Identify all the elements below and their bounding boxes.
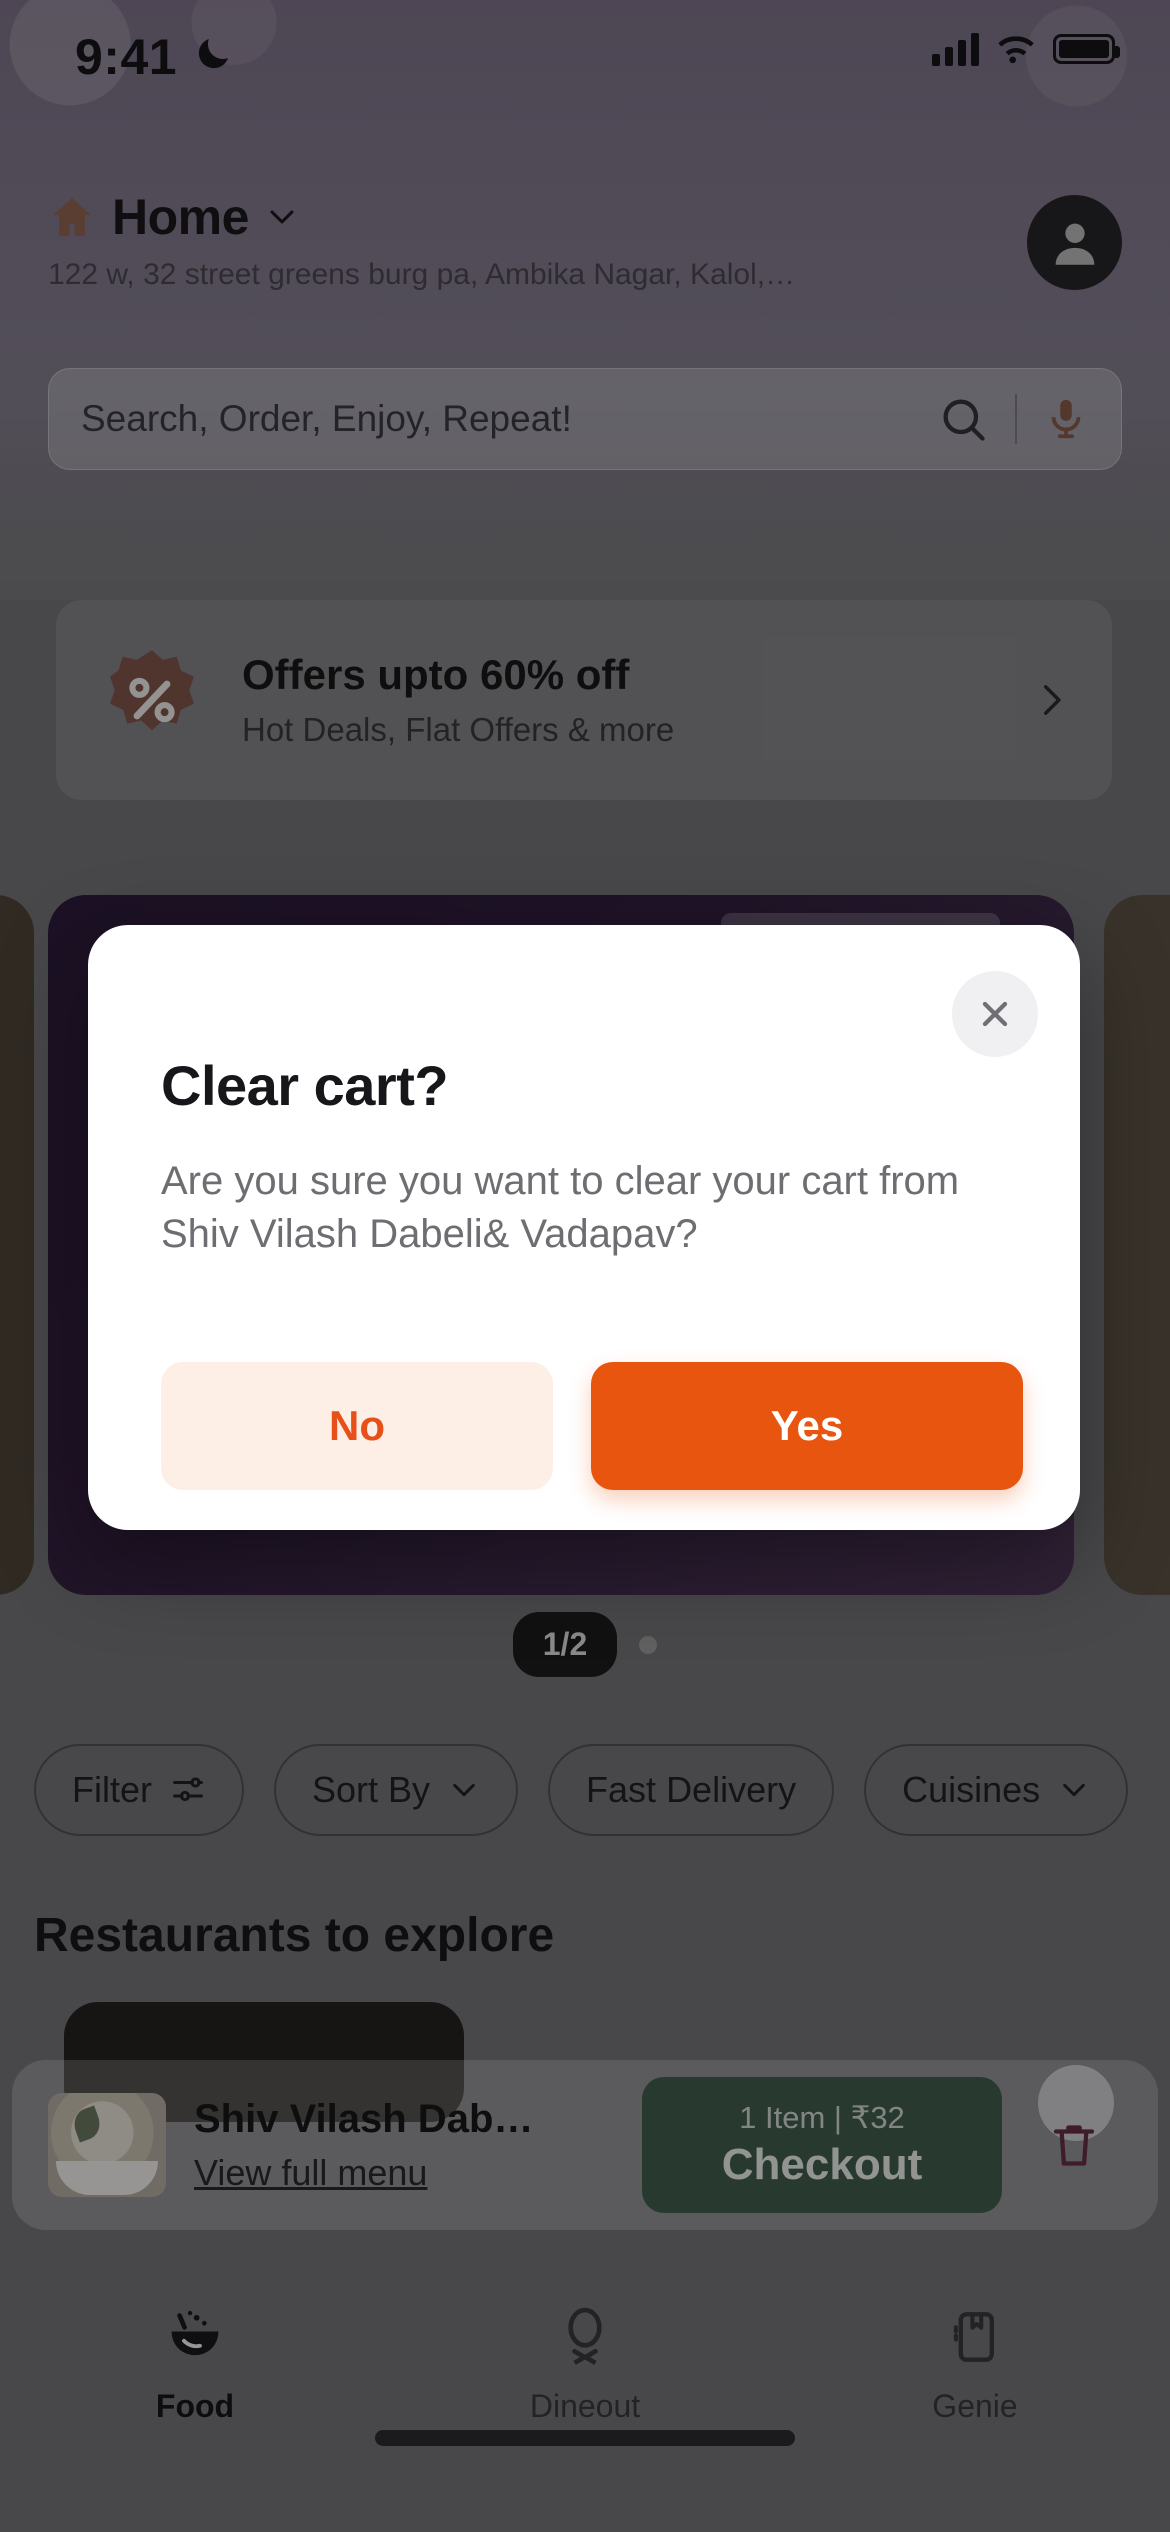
- search-bar[interactable]: Search, Order, Enjoy, Repeat!: [48, 368, 1122, 470]
- cellular-signal-icon: [932, 32, 979, 66]
- crescent-moon-icon: [198, 39, 228, 69]
- checkout-meta: 1 Item | ₹32: [739, 2100, 905, 2135]
- nav-item-genie-label: Genie: [932, 2388, 1018, 2424]
- cart-bar[interactable]: Shiv Vilash Dab… View full menu 1 Item |…: [12, 2060, 1158, 2230]
- address-text: 122 w, 32 street greens burg pa, Ambika …: [48, 258, 796, 291]
- chevron-down-icon: [1063, 1783, 1085, 1797]
- offers-subtitle: Hot Deals, Flat Offers & more: [242, 711, 675, 748]
- status-bar-time: 9:41: [75, 29, 178, 85]
- offers-banner[interactable]: Offers upto 60% off Hot Deals, Flat Offe…: [56, 600, 1112, 800]
- chip-filter[interactable]: Filter: [34, 1744, 244, 1836]
- no-button[interactable]: No: [161, 1362, 553, 1490]
- section-title-restaurants: Restaurants to explore: [34, 1909, 555, 1962]
- home-indicator: [375, 2430, 795, 2446]
- status-bar-indicators: [932, 32, 1120, 66]
- dialog-title: Clear cart?: [161, 1054, 449, 1117]
- search-icon[interactable]: [937, 393, 989, 445]
- percent-badge-icon: [96, 644, 208, 756]
- chip-sort-by-label: Sort By: [312, 1769, 431, 1810]
- dialog-message: Are you sure you want to clear your cart…: [161, 1159, 960, 1257]
- filter-chip-row[interactable]: Filter Sort By Fast Delivery Cuisines: [0, 1736, 1170, 1844]
- chip-cuisines-label: Cuisines: [902, 1769, 1041, 1810]
- genie-bag-icon: [953, 2312, 994, 2362]
- offers-text: Offers upto 60% off Hot Deals, Flat Offe…: [242, 651, 674, 749]
- food-thumbnail: [48, 2093, 166, 2197]
- clear-cart-button[interactable]: [1026, 2065, 1122, 2209]
- filter-sliders-icon: [173, 1777, 203, 1802]
- yes-button[interactable]: Yes: [591, 1362, 1023, 1490]
- carousel-page-indicator: 1/2: [512, 1612, 618, 1677]
- wifi-icon: [998, 36, 1034, 64]
- carousel-pager: 1/2: [0, 1612, 1170, 1677]
- chevron-down-icon: [453, 1783, 475, 1797]
- location-label: Home: [112, 189, 249, 245]
- checkout-button[interactable]: 1 Item | ₹32 Checkout: [642, 2077, 1002, 2213]
- home-icon: [53, 198, 91, 236]
- search-input[interactable]: Search, Order, Enjoy, Repeat!: [81, 398, 937, 440]
- trash-icon[interactable]: [1047, 2115, 1101, 2175]
- cart-info: Shiv Vilash Dab… View full menu: [194, 2097, 533, 2194]
- battery-full-icon: [1053, 34, 1120, 64]
- nav-item-dineout-label: Dineout: [529, 2388, 641, 2424]
- chip-fast-delivery-label: Fast Delivery: [586, 1769, 797, 1810]
- chevron-right-icon: [1044, 685, 1061, 715]
- profile-avatar-icon[interactable]: [1027, 195, 1122, 290]
- microphone-icon[interactable]: [1043, 393, 1089, 445]
- dialog-actions: No Yes: [161, 1362, 1023, 1490]
- chip-cuisines[interactable]: Cuisines: [864, 1744, 1129, 1836]
- carousel-card-next[interactable]: [1104, 895, 1170, 1595]
- carousel-dot[interactable]: [639, 1635, 658, 1654]
- bottom-navigation[interactable]: Food Dineout Genie: [0, 2280, 1170, 2470]
- status-bar: 9:41: [0, 0, 1170, 120]
- chip-fast-delivery[interactable]: Fast Delivery: [548, 1744, 835, 1836]
- chip-filter-label: Filter: [72, 1769, 152, 1810]
- location-selector[interactable]: Home: [48, 188, 299, 246]
- chevron-down-icon: [270, 210, 294, 224]
- food-bowl-icon: [171, 2310, 219, 2356]
- nav-item-genie[interactable]: Genie: [780, 2280, 1170, 2470]
- view-full-menu-link[interactable]: View full menu: [194, 2152, 533, 2194]
- offers-title: Offers upto 60% off: [242, 651, 630, 698]
- dineout-icon: [568, 2307, 602, 2365]
- carousel-card-prev[interactable]: [0, 895, 34, 1595]
- nav-item-food[interactable]: Food: [0, 2280, 390, 2470]
- close-icon[interactable]: [952, 971, 1038, 1057]
- cart-restaurant-name: Shiv Vilash Dab…: [194, 2096, 534, 2141]
- clear-cart-dialog: Clear cart? Are you sure you want to cle…: [88, 925, 1080, 1530]
- chip-sort-by[interactable]: Sort By: [274, 1744, 519, 1836]
- search-divider: [1015, 394, 1017, 444]
- nav-item-food-label: Food: [155, 2388, 235, 2424]
- checkout-label: Checkout: [721, 2140, 923, 2189]
